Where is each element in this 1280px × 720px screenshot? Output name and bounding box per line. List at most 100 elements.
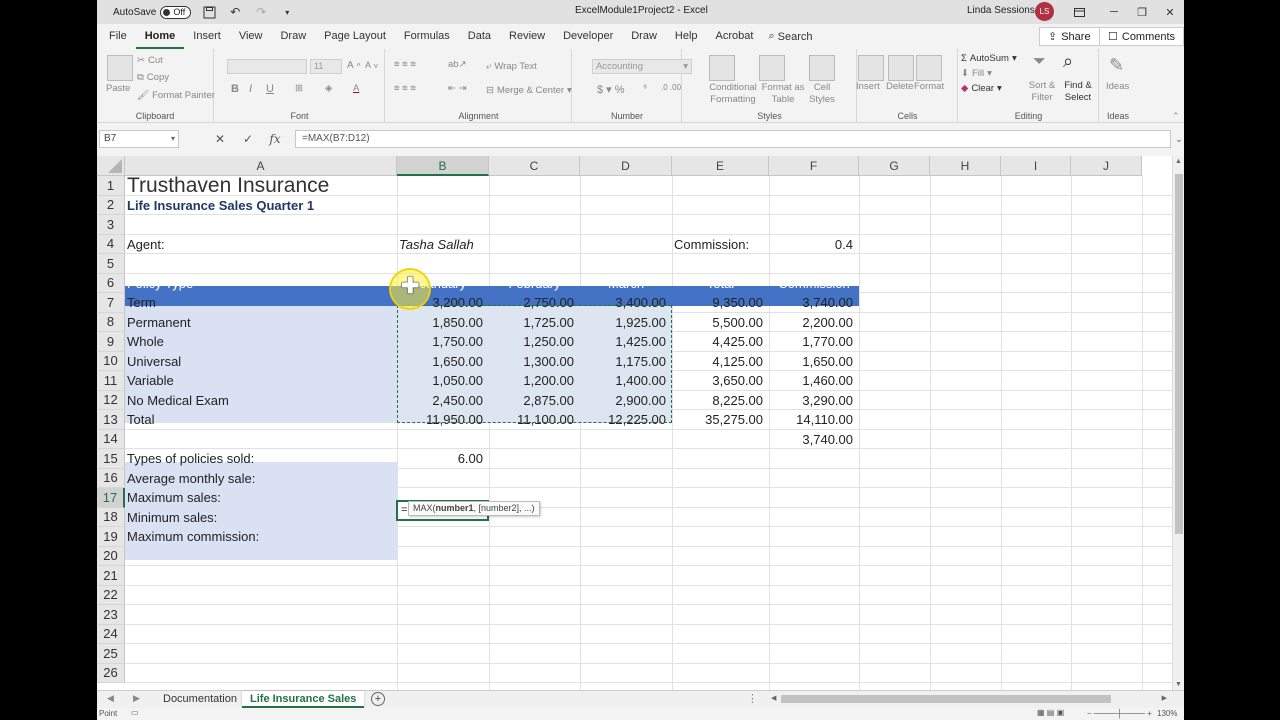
cell-f14[interactable]: 3,740.00 bbox=[769, 430, 859, 450]
borders-icon[interactable]: ⊞ bbox=[295, 83, 303, 94]
customize-qat-icon[interactable]: ▾ bbox=[279, 4, 295, 20]
cell-styles-icon[interactable] bbox=[809, 55, 835, 81]
find-select-button[interactable]: Find & Select bbox=[1059, 80, 1097, 104]
cell-b4-agent-name[interactable]: Tasha Sallah bbox=[397, 235, 577, 255]
stat-label[interactable]: Average monthly sale: bbox=[125, 469, 397, 489]
format-painter-button[interactable]: 🖌 Format Painter bbox=[137, 90, 215, 101]
italic-button[interactable]: I bbox=[249, 83, 252, 95]
format-as-table-button[interactable]: Format as Table bbox=[760, 82, 806, 106]
tab-draw[interactable]: Draw bbox=[271, 24, 315, 49]
user-name[interactable]: Linda Sessions bbox=[967, 5, 1035, 16]
column-header-f[interactable]: F bbox=[769, 156, 859, 176]
row-header-24[interactable]: 24 bbox=[97, 624, 125, 644]
data-cell-total[interactable]: 3,650.00 bbox=[672, 371, 769, 391]
format-button[interactable]: Format bbox=[914, 81, 944, 92]
underline-button[interactable]: U bbox=[266, 83, 274, 95]
worksheet-grid[interactable]: ABCDEFGHIJ 1 2 3 4 5 6 7 8 9 10 11 12 13 14 15 16 17 18 19… bbox=[97, 156, 1172, 690]
sheet-tab-life-insurance-sales[interactable]: Life Insurance Sales bbox=[242, 691, 365, 708]
format-cells-icon[interactable] bbox=[916, 55, 942, 81]
paste-button[interactable]: Paste bbox=[106, 83, 130, 94]
data-cell-type[interactable]: Term bbox=[125, 293, 397, 313]
row-header-13[interactable]: 13 bbox=[97, 410, 125, 430]
zoom-slider-icon[interactable]: − ────┼──── + bbox=[1087, 709, 1152, 718]
total-cell-comm[interactable]: 14,110.00 bbox=[769, 410, 859, 430]
data-cell-type[interactable]: Universal bbox=[125, 352, 397, 372]
tab-home[interactable]: Home bbox=[135, 24, 185, 49]
redo-icon[interactable]: ↷ bbox=[253, 4, 269, 20]
total-cell-type[interactable]: Total bbox=[125, 410, 397, 430]
ideas-button[interactable]: Ideas bbox=[1106, 81, 1129, 92]
column-header-h[interactable]: H bbox=[930, 156, 1001, 176]
header-march[interactable]: March bbox=[580, 274, 672, 294]
row-header-12[interactable]: 12 bbox=[97, 390, 125, 410]
column-header-i[interactable]: I bbox=[1001, 156, 1071, 176]
row-header-21[interactable]: 21 bbox=[97, 566, 125, 586]
header-february[interactable]: February bbox=[489, 274, 580, 294]
tab-acrobat[interactable]: Acrobat bbox=[707, 24, 763, 49]
tab-help[interactable]: Help bbox=[666, 24, 707, 49]
comma-style-icon[interactable]: ⁹ bbox=[643, 83, 647, 94]
row-header-5[interactable]: 5 bbox=[97, 254, 125, 274]
row-header-22[interactable]: 22 bbox=[97, 585, 125, 605]
clear-button[interactable]: ◆ Clear ▾ bbox=[961, 83, 1002, 94]
tab-insert[interactable]: Insert bbox=[184, 24, 230, 49]
row-header-6[interactable]: 6 bbox=[97, 273, 125, 293]
avatar[interactable]: LS bbox=[1035, 2, 1054, 21]
decimal-icon[interactable]: .0 .00 bbox=[661, 83, 681, 92]
name-box[interactable]: B7 ▾ bbox=[99, 130, 179, 148]
data-cell-comm[interactable]: 1,650.00 bbox=[769, 352, 859, 372]
row-header-16[interactable]: 16 bbox=[97, 468, 125, 488]
header-commission[interactable]: Commission bbox=[769, 274, 859, 294]
insert-function-icon[interactable]: fx bbox=[267, 131, 283, 147]
row-header-1[interactable]: 1 bbox=[97, 176, 125, 196]
sheet-tab-documentation[interactable]: Documentation bbox=[155, 691, 245, 708]
stat-label[interactable]: Minimum sales: bbox=[125, 508, 397, 528]
tab-formulas[interactable]: Formulas bbox=[395, 24, 459, 49]
stat-label[interactable]: Maximum commission: bbox=[125, 527, 397, 547]
restore-icon[interactable]: ❐ bbox=[1133, 3, 1151, 21]
column-header-d[interactable]: D bbox=[580, 156, 672, 176]
data-cell-comm[interactable]: 2,200.00 bbox=[769, 313, 859, 333]
currency-icon[interactable]: $ ▾ % bbox=[597, 83, 625, 96]
cell-b15-value[interactable]: 6.00 bbox=[397, 449, 489, 469]
insert-button[interactable]: Insert bbox=[856, 81, 880, 92]
data-cell-type[interactable]: Whole bbox=[125, 332, 397, 352]
stat-label[interactable]: Maximum sales: bbox=[125, 488, 397, 508]
align-left-icon[interactable]: ≡ ≡ ≡ bbox=[394, 83, 416, 94]
prev-sheet-icon[interactable]: ◀ bbox=[107, 693, 114, 704]
align-top-icon[interactable]: ≡ ≡ ≡ bbox=[394, 59, 416, 70]
fill-color-icon[interactable]: ◈ bbox=[325, 83, 332, 94]
row-header-20[interactable]: 20 bbox=[97, 546, 125, 566]
select-all-button[interactable] bbox=[97, 156, 125, 176]
cell-styles-button[interactable]: Cell Styles bbox=[807, 82, 837, 106]
data-cell-comm[interactable]: 1,770.00 bbox=[769, 332, 859, 352]
fill-button[interactable]: ⬇ Fill ▾ bbox=[961, 68, 992, 79]
data-cell-type[interactable]: Variable bbox=[125, 371, 397, 391]
row-header-19[interactable]: 19 bbox=[97, 527, 125, 547]
cancel-icon[interactable]: ✕ bbox=[212, 131, 228, 147]
cell-a2-subtitle[interactable]: Life Insurance Sales Quarter 1 bbox=[125, 196, 485, 216]
cell-f4-commission-rate[interactable]: 0.4 bbox=[769, 235, 859, 255]
data-cell-total[interactable]: 9,350.00 bbox=[672, 293, 769, 313]
tab-review[interactable]: Review bbox=[500, 24, 554, 49]
autosum-button[interactable]: Σ AutoSum ▾ bbox=[961, 53, 1017, 64]
vertical-scroll-thumb[interactable] bbox=[1175, 174, 1183, 534]
data-cell-type[interactable]: Permanent bbox=[125, 313, 397, 333]
bold-button[interactable]: B bbox=[231, 83, 239, 95]
delete-button[interactable]: Delete bbox=[886, 81, 913, 92]
conditional-formatting-icon[interactable] bbox=[709, 55, 735, 81]
scroll-left-icon[interactable]: ◀ bbox=[771, 694, 776, 702]
row-header-17[interactable]: 17 bbox=[97, 488, 125, 508]
format-as-table-icon[interactable] bbox=[759, 55, 785, 81]
merge-center-button[interactable]: ⊟ Merge & Center ▾ bbox=[486, 85, 572, 96]
data-cell-total[interactable]: 4,125.00 bbox=[672, 352, 769, 372]
expand-formula-bar-icon[interactable]: ⌄ bbox=[1171, 131, 1184, 147]
sort-filter-button[interactable]: Sort & Filter bbox=[1023, 80, 1061, 104]
orientation-icon[interactable]: ab↗ bbox=[448, 59, 467, 70]
view-icons[interactable]: ▦ ▤ ▣ bbox=[1037, 708, 1064, 717]
row-header-25[interactable]: 25 bbox=[97, 644, 125, 664]
row-header-15[interactable]: 15 bbox=[97, 449, 125, 469]
cell-a4-agent-label[interactable]: Agent: bbox=[125, 235, 397, 255]
zoom-level[interactable]: 130% bbox=[1157, 709, 1177, 718]
tab-page-layout[interactable]: Page Layout bbox=[315, 24, 395, 49]
